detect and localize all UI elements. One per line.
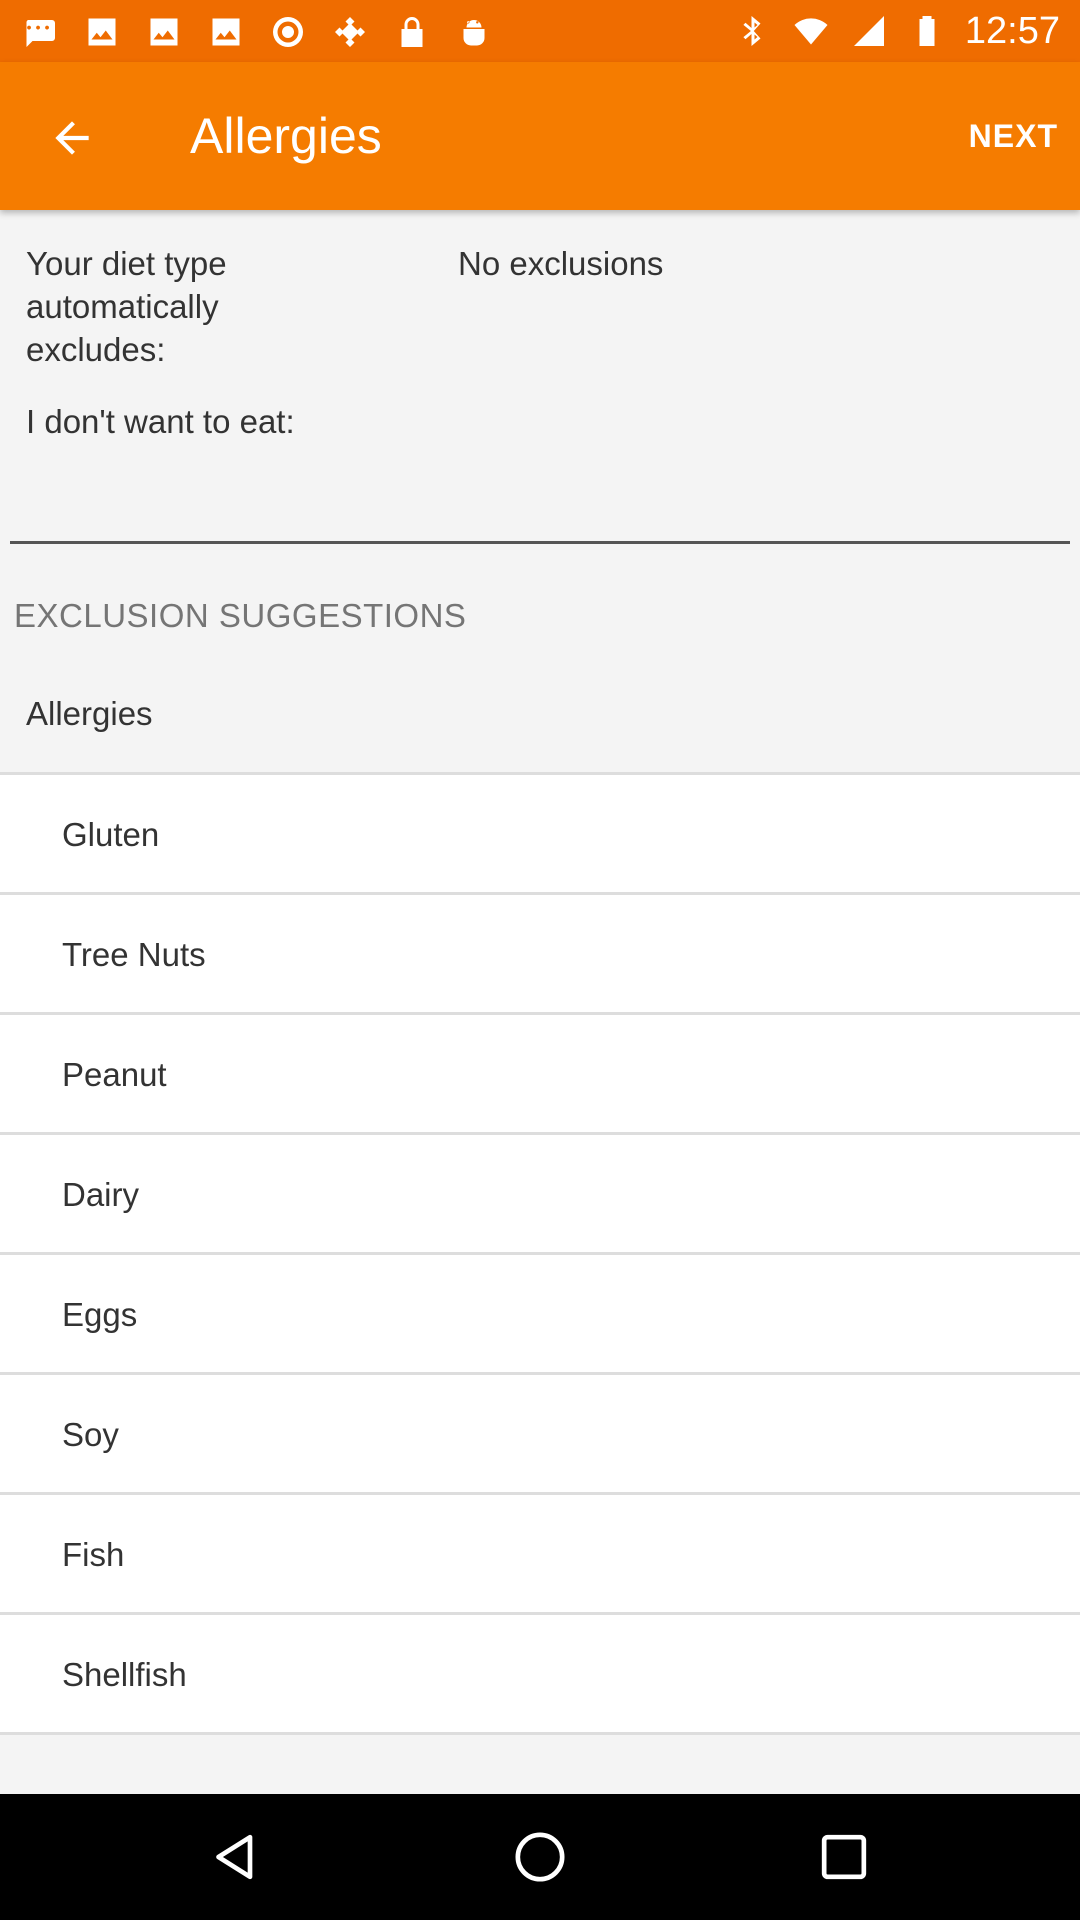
lock-icon [392, 12, 432, 52]
dont-want-input[interactable] [10, 480, 1070, 544]
notification-icons [20, 12, 494, 52]
list-item-label: Fish [62, 1536, 125, 1573]
image-icon [144, 12, 184, 52]
dont-want-label: I don't want to eat: [26, 403, 295, 440]
signal-icon [849, 11, 889, 51]
list-item-soy[interactable]: Soy [0, 1375, 1080, 1495]
image-icon [206, 12, 246, 52]
list-item-fish[interactable]: Fish [0, 1495, 1080, 1615]
back-triangle-icon [216, 1834, 253, 1880]
target-icon [268, 12, 308, 52]
battery-icon [907, 11, 947, 51]
clock: 12:57 [964, 10, 1060, 52]
list-item-dairy[interactable]: Dairy [0, 1135, 1080, 1255]
nav-recents-button[interactable] [814, 1827, 874, 1887]
list-item-label: Eggs [62, 1296, 138, 1333]
suggestion-list: Gluten Tree Nuts Peanut Dairy Eggs Soy F… [0, 775, 1080, 1735]
list-item-tree-nuts[interactable]: Tree Nuts [0, 895, 1080, 1015]
diet-excludes-label: Your diet type automatically excludes: [26, 245, 227, 368]
allergies-group-header: Allergies [26, 695, 153, 732]
recents-square-icon [821, 1834, 867, 1880]
bluetooth-icon [733, 11, 773, 51]
list-item-label: Dairy [62, 1176, 140, 1213]
home-circle-icon [515, 1832, 565, 1882]
system-icons: 12:57 [733, 8, 1060, 54]
status-bar: 12:57 [0, 0, 1080, 62]
list-item-peanut[interactable]: Peanut [0, 1015, 1080, 1135]
list-item-shellfish[interactable]: Shellfish [0, 1615, 1080, 1735]
list-item-label: Tree Nuts [62, 936, 206, 973]
message-icon [20, 12, 60, 52]
app-bar: Allergies NEXT [0, 62, 1080, 210]
navigation-bar [0, 1794, 1080, 1920]
android-icon [454, 12, 494, 52]
fake-gps-icon [330, 12, 370, 52]
list-item-label: Shellfish [62, 1656, 187, 1693]
nav-back-button[interactable] [206, 1827, 266, 1887]
image-icon [82, 12, 122, 52]
wifi-icon [791, 11, 831, 51]
list-item-label: Peanut [62, 1056, 167, 1093]
list-item-eggs[interactable]: Eggs [0, 1255, 1080, 1375]
arrow-back-icon [55, 121, 89, 155]
list-item-label: Gluten [62, 816, 160, 853]
list-item-gluten[interactable]: Gluten [0, 775, 1080, 895]
list-item-label: Soy [62, 1416, 119, 1453]
back-button[interactable] [40, 106, 104, 170]
next-button[interactable]: NEXT [969, 114, 1058, 158]
page-title: Allergies [190, 108, 382, 164]
diet-excludes-value: No exclusions [458, 245, 664, 282]
nav-home-button[interactable] [510, 1827, 570, 1887]
exclusion-suggestions-header: EXCLUSION SUGGESTIONS [14, 597, 467, 634]
